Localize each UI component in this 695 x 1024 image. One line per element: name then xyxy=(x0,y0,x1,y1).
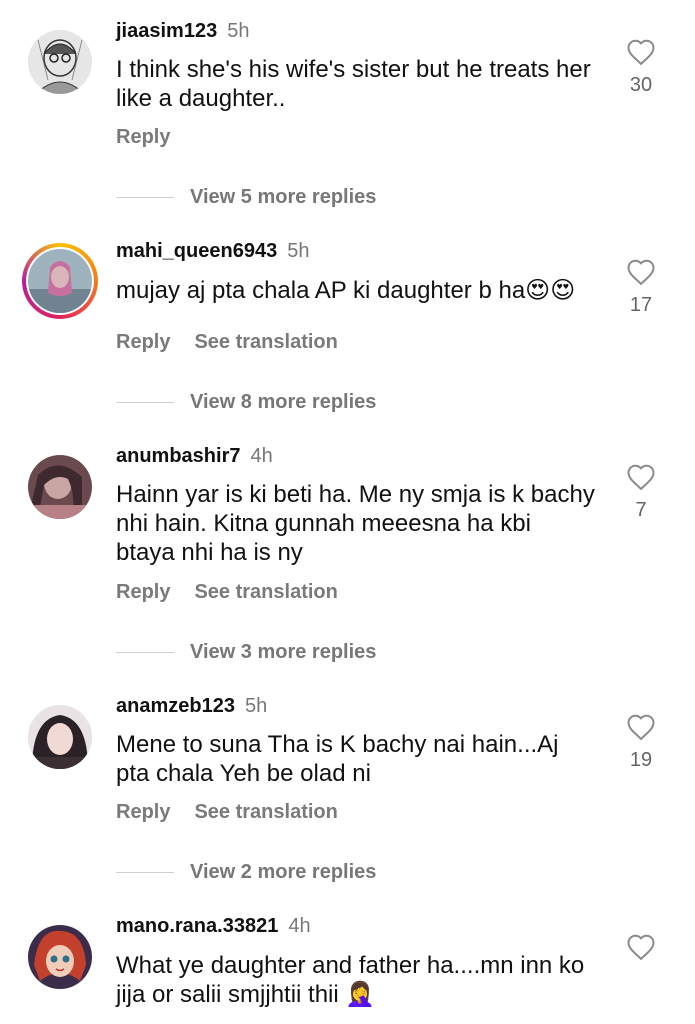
divider xyxy=(116,652,174,654)
heart-eyes-emoji: 😍😍 xyxy=(525,276,576,304)
view-more-replies[interactable]: View 5 more replies xyxy=(116,186,376,209)
like-count: 30 xyxy=(629,74,653,96)
comment-header: anumbashir7 4h xyxy=(116,445,273,468)
sketch-portrait-icon xyxy=(28,30,92,94)
timestamp: 5h xyxy=(244,695,268,717)
heart-icon[interactable] xyxy=(626,463,656,491)
username[interactable]: mano.rana.33821 xyxy=(116,915,278,937)
reply-button[interactable]: Reply xyxy=(116,331,170,353)
avatar[interactable] xyxy=(28,705,92,769)
timestamp: 5h xyxy=(227,20,250,42)
like-control[interactable]: 17 xyxy=(624,258,658,317)
heart-icon[interactable] xyxy=(626,933,656,961)
heart-icon[interactable] xyxy=(626,38,656,66)
portrait-icon xyxy=(28,705,92,769)
like-control[interactable] xyxy=(624,933,658,961)
facepalm-emoji: 🤦‍♀️ xyxy=(345,980,376,1008)
comment-text: What ye daughter and father ha....mn inn… xyxy=(116,951,616,1009)
comment-header: anamzeb123 5h xyxy=(116,695,267,718)
portrait-icon xyxy=(28,455,92,519)
view-more-label[interactable]: View 2 more replies xyxy=(190,861,376,883)
like-control[interactable]: 7 xyxy=(624,463,658,522)
comment-text-body: mujay aj pta chala AP ki daughter b ha xyxy=(116,277,526,304)
comment-text: Mene to suna Tha is K bachy nai hain...A… xyxy=(116,731,559,787)
divider xyxy=(116,872,174,874)
comment-actions: Reply xyxy=(116,126,170,149)
avatar[interactable] xyxy=(28,30,92,94)
like-count: 19 xyxy=(629,749,653,771)
see-translation-button[interactable]: See translation xyxy=(194,801,337,823)
username[interactable]: mahi_queen6943 xyxy=(116,240,277,262)
avatar[interactable] xyxy=(28,925,92,989)
comment-actions: Reply See translation xyxy=(116,801,338,824)
view-more-label[interactable]: View 3 more replies xyxy=(190,641,376,663)
like-control[interactable]: 30 xyxy=(624,38,658,97)
view-more-replies[interactable]: View 3 more replies xyxy=(116,641,376,664)
comment-header: jiaasim123 5h xyxy=(116,20,249,43)
view-more-label[interactable]: View 5 more replies xyxy=(190,186,376,208)
heart-icon[interactable] xyxy=(626,713,656,741)
username[interactable]: anamzeb123 xyxy=(116,695,235,717)
avatar[interactable] xyxy=(28,455,92,519)
avatar[interactable] xyxy=(28,249,92,313)
view-more-replies[interactable]: View 2 more replies xyxy=(116,861,376,884)
view-more-label[interactable]: View 8 more replies xyxy=(190,391,376,413)
like-count: 7 xyxy=(635,499,647,521)
like-control[interactable]: 19 xyxy=(624,713,658,772)
divider xyxy=(116,402,174,404)
timestamp: 5h xyxy=(287,240,310,262)
view-more-replies[interactable]: View 8 more replies xyxy=(116,391,376,414)
comment-text: Hainn yar is ki beti ha. Me ny smja is k… xyxy=(116,481,595,566)
comment-text: I think she's his wife's sister but he t… xyxy=(116,56,591,112)
divider xyxy=(116,197,174,199)
timestamp: 4h xyxy=(288,915,311,937)
reply-button[interactable]: Reply xyxy=(116,126,170,148)
see-translation-button[interactable]: See translation xyxy=(194,581,337,603)
comment-actions: Reply See translation xyxy=(116,581,338,604)
username[interactable]: anumbashir7 xyxy=(116,445,240,467)
reply-button[interactable]: Reply xyxy=(116,581,170,603)
heart-icon[interactable] xyxy=(626,258,656,286)
reply-button[interactable]: Reply xyxy=(116,801,170,823)
username[interactable]: jiaasim123 xyxy=(116,20,217,42)
see-translation-button[interactable]: See translation xyxy=(194,331,337,353)
comment-actions: Reply See translation xyxy=(116,331,338,354)
timestamp: 4h xyxy=(250,445,273,467)
comment-text: mujay aj pta chala AP ki daughter b ha😍😍 xyxy=(116,276,606,305)
comment-header: mahi_queen6943 5h xyxy=(116,240,309,263)
portrait-icon xyxy=(28,249,92,313)
comment-header: mano.rana.33821 4h xyxy=(116,915,311,938)
doll-avatar-icon xyxy=(28,925,92,989)
like-count: 17 xyxy=(629,294,653,316)
